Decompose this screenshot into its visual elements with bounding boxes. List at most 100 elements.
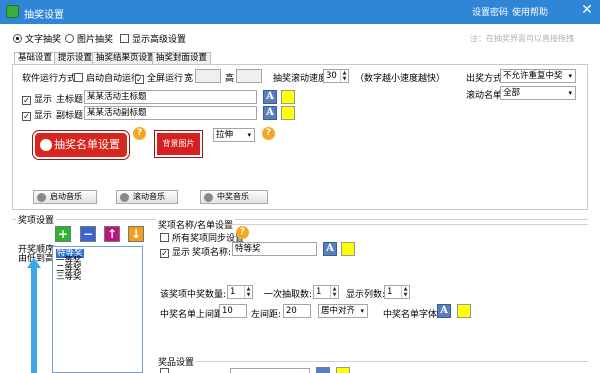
close-icon[interactable]: ✕ (574, 0, 600, 22)
run-mode-label: 软件运行方式 (22, 74, 77, 84)
checkbox-icon (160, 233, 169, 242)
prize-name-label: 奖项名称: (192, 248, 232, 258)
help-icon[interactable]: ? (133, 127, 146, 140)
order-arrow-bar (31, 268, 37, 373)
tab-result-page[interactable]: 抽奖结果页设置 (92, 52, 160, 64)
chevron-down-icon: ▾ (568, 89, 572, 97)
remove-prize-button[interactable]: − (80, 226, 96, 242)
columns-label: 显示列数: (346, 290, 386, 300)
draw-once-label: 一次抽取数: (264, 290, 313, 300)
speaker-icon (37, 193, 46, 202)
drag-hint: 注：在抽奖界面可以直接拖拽 (470, 34, 574, 43)
tab-basic[interactable]: 基础设置 (14, 52, 57, 64)
stretch-select[interactable]: 拉伸 ▾ (213, 128, 255, 142)
main-title-input[interactable]: 某某活动主标题 (84, 90, 257, 104)
prize-section-title: 奖项设置 (16, 213, 57, 226)
set-password-menu[interactable]: 设置密码 (472, 5, 508, 18)
chevron-down-icon: ▾ (247, 131, 251, 139)
move-down-button[interactable]: ↓ (128, 226, 144, 242)
main-title-color-swatch[interactable] (281, 90, 295, 104)
divider (12, 219, 588, 220)
result-font-button[interactable]: A (437, 304, 451, 318)
add-prize-button[interactable]: + (55, 226, 71, 242)
top-margin-label: 中奖名单上间距: (160, 310, 227, 320)
chevron-down-icon: ▾ (360, 307, 364, 315)
scroll-list-label: 滚动名单 (466, 91, 503, 101)
prize-count-spinner[interactable]: 1 ▲ ▼ (227, 285, 253, 299)
main-title-label: 主标题 (56, 95, 84, 105)
title-bar: 抽奖设置 设置密码 使用帮助 ✕ (0, 0, 600, 24)
scroll-list-select[interactable]: 全部 ▾ (500, 86, 576, 100)
scroll-music-button[interactable]: 滚动音乐 (116, 190, 178, 204)
left-margin-label: 左间距: (251, 310, 282, 320)
left-margin-input[interactable]: 20 (283, 304, 311, 318)
radio-text-lottery[interactable]: 文字抽奖 (13, 33, 61, 47)
width-input[interactable] (195, 69, 221, 83)
background-image-button[interactable]: 背景图片 (154, 130, 203, 158)
sub-title-color-swatch[interactable] (281, 106, 295, 120)
app-logo-icon (6, 5, 19, 18)
lottery-list-button[interactable]: 抽奖名单设置 (32, 130, 130, 160)
show-main-title-checkbox[interactable]: ✓ 显示 (22, 92, 52, 105)
chevron-down-icon: ▾ (568, 72, 572, 80)
out-mode-label: 出奖方式 (466, 74, 503, 84)
speaker-icon (120, 193, 129, 202)
top-margin-input[interactable]: 10 (219, 304, 247, 318)
tab-prompt[interactable]: 提示设置 (54, 52, 97, 64)
help-icon[interactable]: ? (236, 226, 249, 239)
divider (196, 361, 588, 362)
speed-spinner[interactable]: 30 ▲ ▼ (323, 69, 349, 83)
height-input[interactable] (236, 69, 262, 83)
radio-icon (65, 34, 74, 43)
arrow-up-icon (27, 258, 41, 268)
settings-window: 抽奖设置 设置密码 使用帮助 ✕ 文字抽奖 图片抽奖 显示高级设置 注：在抽奖界… (0, 0, 600, 373)
checkbox-checked-icon: ✓ (135, 75, 144, 84)
fullscreen-checkbox[interactable]: ✓ 全屏运行 (135, 71, 183, 84)
speed-label: 抽奖滚动速度 (273, 74, 328, 84)
height-label: 高 (225, 74, 235, 84)
win-music-button[interactable]: 中奖音乐 (200, 190, 268, 204)
sub-title-input[interactable]: 某某活动副标题 (84, 106, 257, 120)
spinner-arrows-icon[interactable]: ▲ ▼ (340, 70, 348, 82)
prize-list[interactable]: 特等奖 一等奖 二等奖 三等奖 (52, 246, 143, 373)
window-title: 抽奖设置 (24, 10, 64, 21)
sub-title-label: 副标题 (56, 111, 84, 121)
checkbox-checked-icon: ✓ (160, 249, 169, 258)
divider (222, 224, 588, 225)
result-color-swatch[interactable] (457, 304, 471, 318)
show-sub-title-checkbox[interactable]: ✓ 显示 (22, 108, 52, 121)
prize-name-color-swatch[interactable] (341, 242, 355, 256)
prize-settings-field[interactable] (230, 368, 310, 373)
auto-run-checkbox[interactable]: 启动自动运行 (74, 71, 140, 84)
main-title-font-button[interactable]: A (263, 90, 277, 104)
tab-cover[interactable]: 抽奖封面设置 (152, 52, 212, 64)
show-prize-name-checkbox[interactable]: ✓ 显示 (160, 245, 190, 258)
radio-image-lottery[interactable]: 图片抽奖 (65, 33, 113, 47)
sub-title-font-button[interactable]: A (263, 106, 277, 120)
spinner-arrows-icon[interactable]: ▲ ▼ (401, 286, 409, 298)
columns-spinner[interactable]: 1 ▲ ▼ (384, 285, 410, 299)
move-up-button[interactable]: ↑ (104, 226, 120, 242)
checkbox-icon (74, 73, 83, 82)
spinner-arrows-icon[interactable]: ▲ ▼ (330, 286, 338, 298)
help-icon[interactable]: ? (262, 127, 275, 140)
start-music-button[interactable]: 启动音乐 (33, 190, 97, 204)
show-advanced-checkbox[interactable]: 显示高级设置 (120, 33, 186, 47)
width-label: 宽 (184, 74, 194, 84)
help-menu[interactable]: 使用帮助 (512, 5, 548, 18)
draw-once-spinner[interactable]: 1 ▲ ▼ (313, 285, 339, 299)
circle-icon (40, 139, 52, 151)
prize-name-font-button[interactable]: A (323, 242, 337, 256)
checkbox-checked-icon: ✓ (22, 112, 31, 121)
list-item[interactable]: 三等奖 (56, 273, 82, 282)
checkbox-icon[interactable] (160, 368, 169, 373)
prize-color-swatch[interactable] (336, 367, 350, 373)
checkbox-checked-icon: ✓ (22, 96, 31, 105)
spinner-arrows-icon[interactable]: ▲ ▼ (244, 286, 252, 298)
speed-note: （数字越小速度越快） (355, 74, 446, 84)
align-select[interactable]: 居中对齐 ▾ (318, 304, 368, 318)
prize-name-input[interactable]: 特等奖 (232, 242, 317, 256)
prize-count-label: 该奖项中奖数量: (160, 290, 227, 300)
out-mode-select[interactable]: 不允许重复中奖 ▾ (500, 69, 576, 83)
prize-font-button[interactable] (316, 367, 330, 373)
